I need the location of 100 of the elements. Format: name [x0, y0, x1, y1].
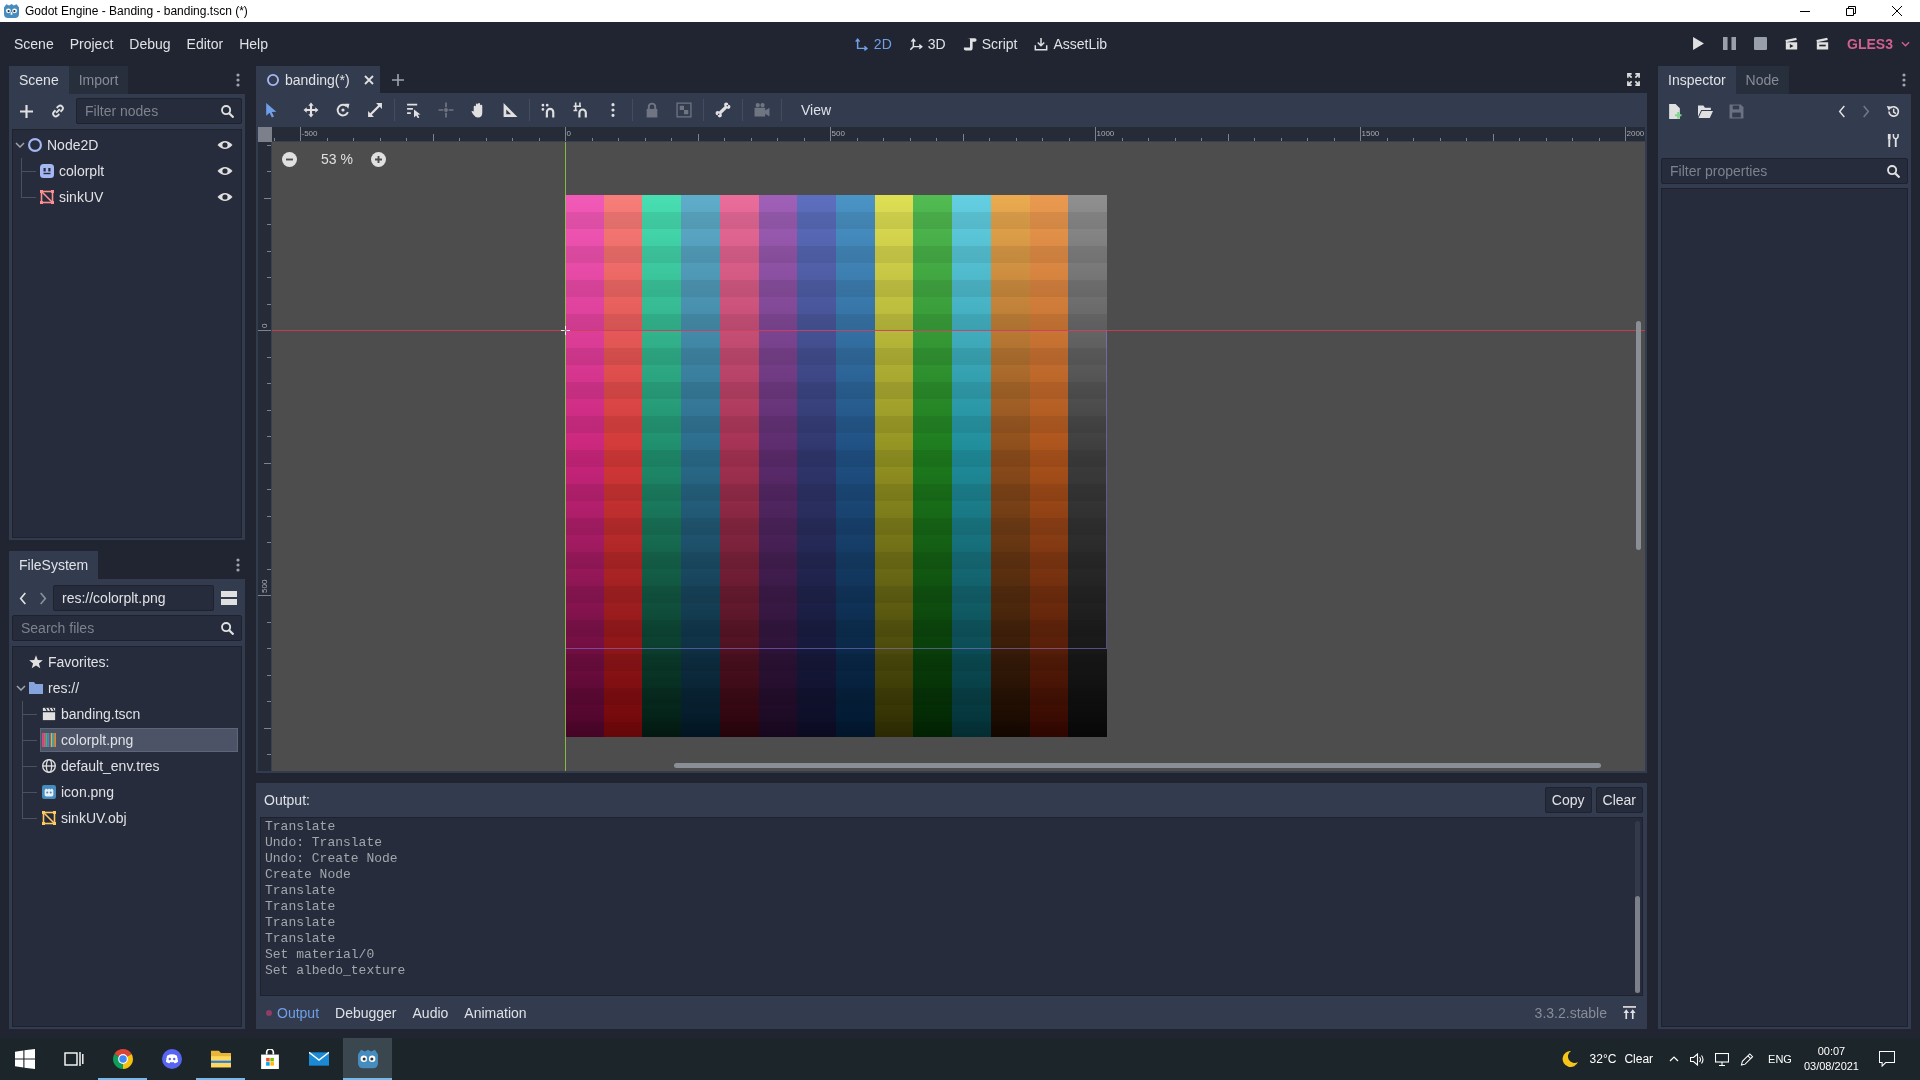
chevron-left-icon[interactable] [19, 591, 27, 605]
zoom-level[interactable]: 53 % [321, 151, 353, 167]
bone-icon[interactable] [715, 102, 731, 118]
menu-item[interactable]: Editor [178, 32, 232, 55]
plus-icon[interactable] [391, 73, 404, 86]
ruler-label: -500 [301, 128, 318, 138]
clapperboard-play-icon[interactable] [1785, 37, 1799, 50]
dock-tab[interactable]: Inspector [1658, 66, 1736, 94]
minimize-icon[interactable] [1800, 10, 1810, 12]
renderer-dropdown[interactable]: GLES3 [1847, 35, 1910, 52]
play-icon[interactable] [1692, 37, 1706, 50]
stacked-bars-icon[interactable] [221, 591, 237, 605]
taskbar-app-button[interactable] [343, 1038, 392, 1080]
ruler-corner [258, 127, 272, 142]
clapperboard-icon[interactable] [1816, 37, 1830, 50]
robot-head-icon [4, 4, 19, 18]
log-line: Set material/0 [265, 947, 376, 963]
ruler-triangle-icon[interactable] [502, 102, 518, 118]
scrollbar-thumb[interactable] [1635, 896, 1640, 993]
menu-item[interactable]: Debug [121, 32, 179, 55]
view-menu[interactable]: View [795, 102, 838, 118]
rotate-icon[interactable] [335, 102, 351, 118]
zoom-in-icon[interactable] [370, 151, 386, 167]
zoom-out-icon[interactable] [282, 151, 297, 167]
pause-icon[interactable] [1723, 37, 1737, 50]
workspace-tab[interactable]: AssetLib [1034, 35, 1108, 52]
crossed-square-icon [40, 190, 54, 204]
cursor-arrow-icon[interactable] [263, 102, 279, 118]
dock-tab[interactable]: Node [1735, 66, 1790, 94]
scrollbar-thumb[interactable] [674, 763, 1601, 768]
four-panes-icon[interactable] [14, 1049, 35, 1069]
pen-icon[interactable] [1740, 1052, 1755, 1066]
scale-arrows-icon[interactable] [367, 102, 383, 118]
eye-icon[interactable] [217, 165, 233, 177]
clock-time[interactable]: 00:07 [1817, 1044, 1846, 1059]
workspace-tab[interactable]: 2D [854, 35, 892, 52]
circle-icon [267, 73, 279, 86]
file-item[interactable]: sinkUV.obj [40, 806, 238, 830]
dock-tab[interactable]: Scene [9, 66, 69, 94]
folder-item[interactable]: res:// [27, 676, 238, 700]
eye-icon[interactable] [217, 191, 233, 203]
wrench-screwdriver-icon[interactable] [1886, 132, 1899, 148]
menu-item[interactable]: Scene [6, 32, 62, 55]
task-view-icon[interactable] [63, 1049, 84, 1069]
search-field[interactable]: Search files [12, 615, 242, 641]
move-arrows-icon[interactable] [303, 102, 319, 118]
scrollbar-thumb[interactable] [1636, 321, 1641, 550]
clock-date[interactable]: 03/08/2021 [1803, 1059, 1859, 1074]
scene-node[interactable]: Node2D [28, 134, 217, 156]
bottom-panel-tab[interactable]: Output [260, 1004, 328, 1021]
path-field[interactable]: res://colorplt.png [53, 585, 214, 611]
kebab-menu-icon[interactable] [236, 558, 240, 572]
bottom-panel-tab[interactable]: Audio [404, 1004, 457, 1021]
bottom-panel-tab[interactable]: Animation [456, 1004, 535, 1021]
link-icon[interactable] [51, 104, 65, 118]
new-file-icon[interactable] [1667, 103, 1682, 119]
stop-icon[interactable] [1754, 37, 1768, 50]
favorites-item[interactable]: Favorites: [27, 650, 238, 674]
chevron-down-icon[interactable] [16, 685, 26, 691]
ruler-label: 0 [259, 323, 269, 328]
dock-tab[interactable]: Import [68, 66, 129, 94]
restore-icon[interactable] [1846, 6, 1856, 16]
envelope-icon [308, 1049, 329, 1069]
filter-field[interactable]: Filter nodes [76, 98, 242, 124]
file-item[interactable]: banding.tscn [40, 702, 238, 726]
input-language[interactable]: ENG [1768, 1053, 1792, 1065]
copy-button[interactable]: Copy [1544, 787, 1592, 813]
menu-item[interactable]: Project [61, 32, 122, 55]
scene-node[interactable]: sinkUV [40, 186, 217, 208]
file-item[interactable]: icon.png [40, 780, 238, 804]
bottom-panel-tab[interactable]: Debugger [327, 1004, 405, 1021]
grid-magnet-icon[interactable] [573, 102, 589, 118]
menu-item[interactable]: Help [231, 32, 276, 55]
magnet-dots-icon[interactable] [541, 102, 557, 118]
double-arrow-up-icon[interactable] [1622, 1006, 1637, 1019]
monitor-icon[interactable] [1715, 1052, 1730, 1066]
tree-connector-line [22, 753, 40, 779]
chevron-left-icon[interactable] [1838, 104, 1846, 118]
history-icon[interactable] [1886, 103, 1901, 119]
close-icon[interactable] [1892, 6, 1902, 16]
eye-icon[interactable] [217, 139, 233, 151]
workspace-tab[interactable]: 3D [908, 35, 946, 52]
kebab-menu-icon[interactable] [236, 73, 240, 87]
kebab-menu-icon[interactable] [1902, 73, 1906, 87]
file-item[interactable]: default_env.tres [40, 754, 238, 778]
expand-icon[interactable] [1627, 73, 1640, 86]
speech-bubble-icon[interactable] [1879, 1051, 1895, 1067]
chevron-right-icon[interactable] [39, 591, 47, 605]
speaker-icon[interactable] [1690, 1052, 1705, 1066]
chevron-down-icon[interactable] [15, 142, 25, 148]
folder-open-icon[interactable] [1698, 103, 1713, 119]
workspace-tab[interactable]: Script [962, 35, 1018, 52]
scene-node[interactable]: colorplt [40, 160, 217, 182]
dock-tab[interactable]: FileSystem [9, 551, 99, 579]
editor-tab[interactable]: banding(*) [256, 66, 380, 93]
file-item[interactable]: colorplt.png [40, 728, 238, 752]
filter-field[interactable]: Filter properties [1661, 158, 1908, 184]
chevron-up-icon[interactable] [1669, 1056, 1680, 1062]
list-cursor-icon[interactable] [406, 102, 422, 118]
clear-button[interactable]: Clear [1595, 787, 1643, 813]
